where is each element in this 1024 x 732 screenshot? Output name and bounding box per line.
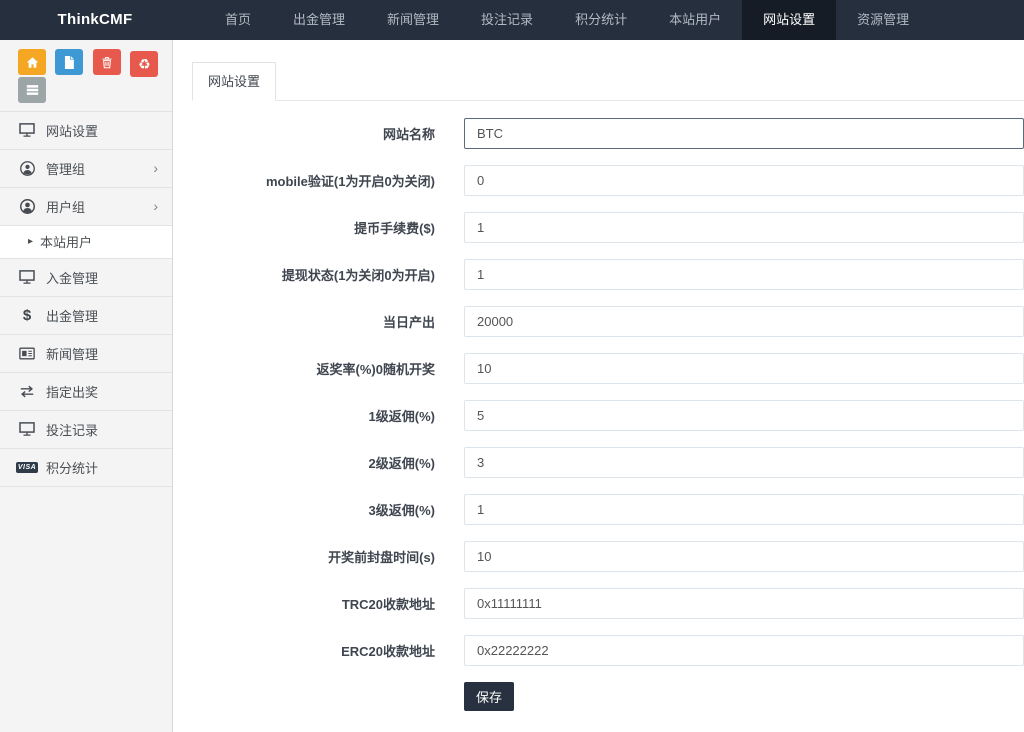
sidebar-item-assign-prize[interactable]: 指定出奖 xyxy=(0,373,172,411)
file-icon xyxy=(63,56,75,69)
form-row: 1级返佣(%) xyxy=(192,400,1024,431)
nav-item-site-settings[interactable]: 网站设置 xyxy=(742,0,836,40)
sidebar-item-label: 网站设置 xyxy=(46,121,158,140)
field-label-payout-rate: 返奖率(%)0随机开奖 xyxy=(192,359,435,378)
sidebar-item-user-group[interactable]: 用户组 › xyxy=(0,188,172,226)
sidebar-item-points-stats[interactable]: VISA 积分统计 xyxy=(0,449,172,487)
form-row: 提币手续费($) xyxy=(192,212,1024,243)
newspaper-icon xyxy=(16,347,38,360)
trc20-address-input[interactable] xyxy=(464,588,1024,619)
sidebar-item-site-settings[interactable]: 网站设置 xyxy=(0,112,172,150)
recycle-icon: ♻ xyxy=(138,57,151,71)
sidebar-item-withdraw-mgmt[interactable]: $ 出金管理 xyxy=(0,297,172,335)
chevron-right-icon: › xyxy=(153,199,158,213)
withdraw-status-input[interactable] xyxy=(464,259,1024,290)
sidebar-toolbar: ♻ xyxy=(0,40,172,112)
desktop-icon xyxy=(16,270,38,284)
field-label-level3-rebate: 3级返佣(%) xyxy=(192,500,435,519)
mobile-verify-input[interactable] xyxy=(464,165,1024,196)
form-row: 返奖率(%)0随机开奖 xyxy=(192,353,1024,384)
page-layout: ♻ 网站设置 管理组 › xyxy=(0,40,1024,732)
nav-item-points-stats[interactable]: 积分统计 xyxy=(554,0,648,40)
sidebar-item-label: 指定出奖 xyxy=(46,382,158,401)
sidebar: ♻ 网站设置 管理组 › xyxy=(0,40,173,732)
level2-rebate-input[interactable] xyxy=(464,447,1024,478)
user-circle-icon xyxy=(16,199,38,214)
payout-rate-input[interactable] xyxy=(464,353,1024,384)
desktop-icon xyxy=(16,123,38,137)
recycle-button[interactable]: ♻ xyxy=(130,51,158,77)
caret-right-icon: ▸ xyxy=(28,236,33,247)
trash-icon xyxy=(101,56,113,69)
tabs-bar: 网站设置 xyxy=(192,62,1024,101)
dollar-icon: $ xyxy=(16,307,38,324)
brand-logo[interactable]: ThinkCMF xyxy=(0,0,190,40)
main-nav: 首页 出金管理 新闻管理 投注记录 积分统计 本站用户 网站设置 资源管理 xyxy=(190,0,930,40)
sidebar-item-label: 入金管理 xyxy=(46,268,158,287)
sidebar-item-label: 新闻管理 xyxy=(46,344,158,363)
daily-output-input[interactable] xyxy=(464,306,1024,337)
form-row: 开奖前封盘时间(s) xyxy=(192,541,1024,572)
nav-item-bet-records[interactable]: 投注记录 xyxy=(460,0,554,40)
sidebar-menu: 网站设置 管理组 › 用户组 › ▸ 本站用户 xyxy=(0,112,172,487)
sidebar-item-label: 积分统计 xyxy=(46,458,158,477)
chevron-right-icon: › xyxy=(153,161,158,175)
save-button[interactable]: 保存 xyxy=(464,682,514,711)
form-row: ERC20收款地址 xyxy=(192,635,1024,666)
form-row: 3级返佣(%) xyxy=(192,494,1024,525)
nav-item-resource-mgmt[interactable]: 资源管理 xyxy=(836,0,930,40)
sidebar-item-news-mgmt[interactable]: 新闻管理 xyxy=(0,335,172,373)
withdraw-fee-input[interactable] xyxy=(464,212,1024,243)
lock-time-input[interactable] xyxy=(464,541,1024,572)
erc20-address-input[interactable] xyxy=(464,635,1024,666)
nav-item-news-mgmt[interactable]: 新闻管理 xyxy=(366,0,460,40)
user-circle-icon xyxy=(16,161,38,176)
list-icon xyxy=(26,84,39,96)
field-label-erc20-address: ERC20收款地址 xyxy=(192,641,435,660)
form-row: 当日产出 xyxy=(192,306,1024,337)
sidebar-item-site-users[interactable]: ▸ 本站用户 xyxy=(0,226,172,259)
form-row: 提现状态(1为关闭0为开启) xyxy=(192,259,1024,290)
sidebar-item-deposit-mgmt[interactable]: 入金管理 xyxy=(0,259,172,297)
home-button[interactable] xyxy=(18,49,46,75)
field-label-withdraw-status: 提现状态(1为关闭0为开启) xyxy=(192,265,435,284)
nav-item-home[interactable]: 首页 xyxy=(204,0,272,40)
top-navbar: ThinkCMF 首页 出金管理 新闻管理 投注记录 积分统计 本站用户 网站设… xyxy=(0,0,1024,40)
sidebar-item-label: 投注记录 xyxy=(46,420,158,439)
list-button[interactable] xyxy=(18,77,46,103)
desktop-icon xyxy=(16,422,38,436)
form-row: 网站名称 xyxy=(192,118,1024,149)
main-content: 网站设置 网站名称 mobile验证(1为开启0为关闭) 提币手续费($) 提现… xyxy=(173,40,1024,732)
level1-rebate-input[interactable] xyxy=(464,400,1024,431)
settings-form: 网站名称 mobile验证(1为开启0为关闭) 提币手续费($) 提现状态(1为… xyxy=(192,118,1024,731)
trash-button[interactable] xyxy=(93,49,121,75)
sidebar-item-label: 管理组 xyxy=(46,159,153,178)
field-label-level1-rebate: 1级返佣(%) xyxy=(192,406,435,425)
field-label-lock-time: 开奖前封盘时间(s) xyxy=(192,547,435,566)
field-label-daily-output: 当日产出 xyxy=(192,312,435,331)
level3-rebate-input[interactable] xyxy=(464,494,1024,525)
sidebar-item-label: 出金管理 xyxy=(46,306,158,325)
nav-item-withdraw-mgmt[interactable]: 出金管理 xyxy=(272,0,366,40)
form-row: mobile验证(1为开启0为关闭) xyxy=(192,165,1024,196)
new-file-button[interactable] xyxy=(55,49,83,75)
sidebar-item-admin-group[interactable]: 管理组 › xyxy=(0,150,172,188)
field-label-level2-rebate: 2级返佣(%) xyxy=(192,453,435,472)
form-row: TRC20收款地址 xyxy=(192,588,1024,619)
home-icon xyxy=(26,56,39,69)
sidebar-item-label: 本站用户 xyxy=(40,232,158,251)
site-name-input[interactable] xyxy=(464,118,1024,149)
tab-site-settings[interactable]: 网站设置 xyxy=(192,62,276,101)
field-label-site-name: 网站名称 xyxy=(192,124,435,143)
form-row: 2级返佣(%) xyxy=(192,447,1024,478)
field-label-trc20-address: TRC20收款地址 xyxy=(192,594,435,613)
sidebar-item-label: 用户组 xyxy=(46,197,153,216)
visa-card-icon: VISA xyxy=(16,462,38,473)
field-label-mobile-verify: mobile验证(1为开启0为关闭) xyxy=(192,171,435,190)
field-label-withdraw-fee: 提币手续费($) xyxy=(192,218,435,237)
exchange-icon xyxy=(16,385,38,398)
nav-item-site-users[interactable]: 本站用户 xyxy=(648,0,742,40)
sidebar-item-bet-records[interactable]: 投注记录 xyxy=(0,411,172,449)
